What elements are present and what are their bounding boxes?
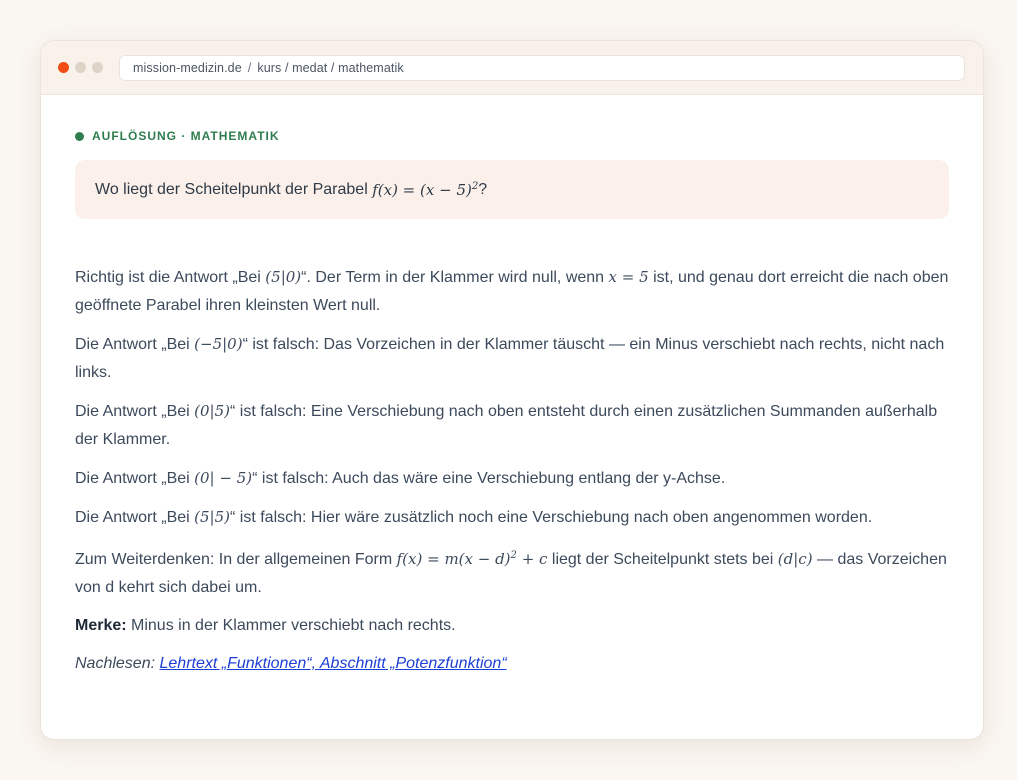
browser-titlebar: mission-medizin.de / kurs / medat / math… — [41, 41, 983, 95]
explanation-wrong-4: Die Antwort „Bei (5|5)“ ist falsch: Hier… — [75, 503, 949, 532]
text: “ ist falsch: Auch das wäre eine Verschi… — [252, 470, 726, 487]
close-window-icon[interactable] — [58, 62, 69, 73]
browser-window: mission-medizin.de / kurs / medat / math… — [40, 40, 984, 740]
explanation-further: Zum Weiterdenken: In der allgemeinen For… — [75, 542, 949, 602]
reading-link[interactable]: Lehrtext „Funktionen“, Abschnitt „Potenz… — [160, 655, 507, 672]
text: Die Antwort „Bei — [75, 336, 195, 353]
url-domain: mission-medizin.de — [133, 60, 242, 75]
question-box: Wo liegt der Scheitelpunkt der Parabel f… — [75, 160, 949, 219]
page-content: AUFLÖSUNG · MATHEMATIK Wo liegt der Sche… — [41, 95, 983, 678]
address-bar[interactable]: mission-medizin.de / kurs / medat / math… — [119, 54, 965, 81]
explanation-wrong-2: Die Antwort „Bei (0|5)“ ist falsch: Eine… — [75, 397, 949, 454]
explanation-wrong-1: Die Antwort „Bei (−5|0)“ ist falsch: Das… — [75, 330, 949, 387]
question-formula-base: f(x) = (x − 5) — [372, 180, 472, 199]
section-kicker: AUFLÖSUNG · MATHEMATIK — [75, 129, 949, 143]
explanation-correct: Richtig ist die Antwort „Bei (5|0)“. Der… — [75, 263, 949, 320]
reading-label: Nachlesen: — [75, 655, 160, 672]
math-general-form-base: f(x) = m(x − d) — [396, 550, 511, 568]
explanation-wrong-3: Die Antwort „Bei (0| − 5)“ ist falsch: A… — [75, 464, 949, 493]
math-general-form-tail: + c — [516, 550, 548, 568]
text: liegt der Scheitelpunkt stets bei — [547, 551, 778, 568]
maximize-window-icon[interactable] — [92, 62, 103, 73]
merke-label: Merke: — [75, 617, 127, 634]
text: Die Antwort „Bei — [75, 509, 195, 526]
reading-reference: Nachlesen: Lehrtext „Funktionen“, Abschn… — [75, 650, 949, 678]
url-path: kurs / medat / mathematik — [257, 60, 404, 75]
question-formula: f(x) = (x − 5)2 — [372, 181, 478, 199]
explanation: Richtig ist die Antwort „Bei (5|0)“. Der… — [75, 263, 949, 678]
text: “. Der Term in der Klammer wird null, we… — [301, 269, 609, 286]
math-general-form: f(x) = m(x − d)2 + c — [397, 550, 548, 568]
text: Die Antwort „Bei — [75, 470, 195, 487]
question-suffix: ? — [478, 180, 488, 198]
text: Die Antwort „Bei — [75, 403, 195, 420]
kicker-bullet-icon — [75, 131, 84, 141]
text: “ ist falsch: Hier wäre zusätzlich noch … — [230, 509, 873, 526]
text: Zum Weiterdenken: In der allgemeinen For… — [75, 551, 397, 568]
math-answer: (0| − 5) — [194, 469, 253, 487]
merke-text: Minus in der Klammer verschiebt nach rec… — [126, 617, 456, 634]
merke-note: Merke: Minus in der Klammer verschiebt n… — [75, 612, 949, 640]
math-answer: (5|5) — [194, 508, 231, 526]
window-controls — [58, 62, 103, 73]
question-prefix: Wo liegt der Scheitelpunkt der Parabel — [95, 180, 368, 198]
kicker-label: AUFLÖSUNG · MATHEMATIK — [92, 129, 280, 143]
minimize-window-icon[interactable] — [75, 62, 86, 73]
math-vertex: (d|c) — [777, 550, 813, 568]
math-condition: x = 5 — [608, 268, 649, 286]
math-answer: (−5|0) — [194, 335, 243, 353]
url-separator: / — [247, 60, 252, 75]
math-answer: (0|5) — [194, 402, 231, 420]
math-answer: (5|0) — [265, 268, 302, 286]
text: Richtig ist die Antwort „Bei — [75, 269, 266, 286]
